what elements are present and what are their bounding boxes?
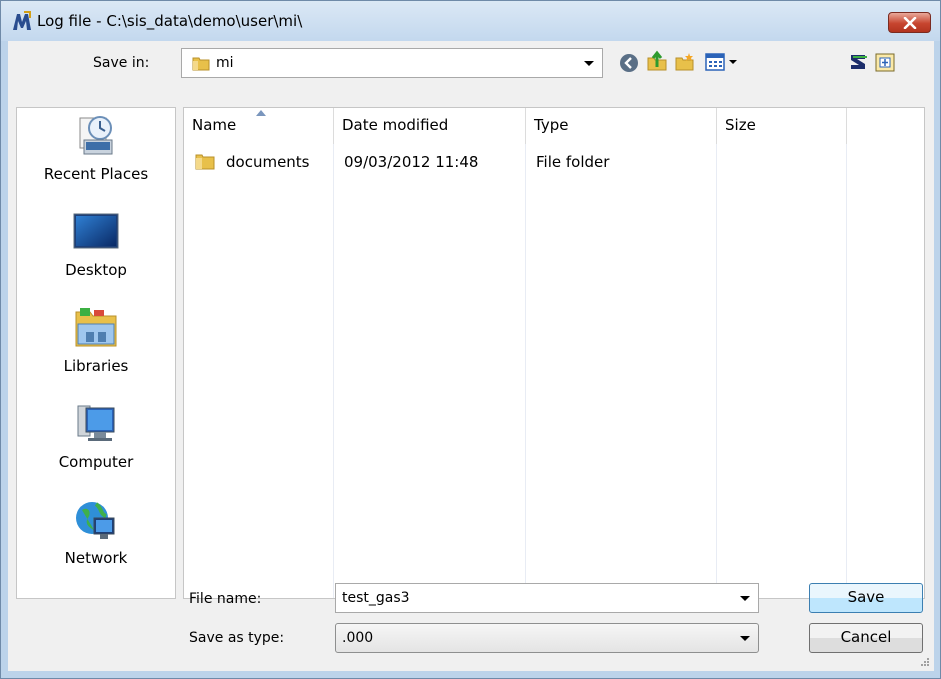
app-icon-1[interactable] bbox=[848, 51, 870, 73]
recent-places-icon bbox=[79, 116, 113, 155]
close-button[interactable] bbox=[888, 12, 931, 33]
file-name-label: File name: bbox=[189, 591, 262, 607]
view-menu-button[interactable] bbox=[705, 50, 741, 74]
place-desktop[interactable]: Desktop bbox=[17, 208, 175, 298]
folder-icon bbox=[192, 57, 210, 71]
app-logo-icon bbox=[13, 11, 31, 30]
place-label: Computer bbox=[58, 453, 134, 471]
computer-icon bbox=[77, 405, 115, 441]
column-header-name[interactable]: Name bbox=[184, 108, 334, 144]
chevron-down-icon bbox=[740, 636, 750, 641]
cell-type: File folder bbox=[536, 153, 610, 171]
place-label: Libraries bbox=[63, 357, 129, 375]
place-computer[interactable]: Computer bbox=[17, 400, 175, 490]
chevron-down-icon bbox=[729, 60, 737, 64]
cell-name: documents bbox=[226, 153, 310, 171]
place-label: Recent Places bbox=[43, 165, 149, 183]
network-icon bbox=[76, 502, 115, 539]
table-row[interactable]: documents 09/03/2012 11:48 File folder bbox=[184, 146, 924, 172]
column-header-filler bbox=[847, 108, 924, 144]
file-name-value[interactable]: test_gas3 bbox=[342, 590, 410, 606]
place-recent-places[interactable]: Recent Places bbox=[17, 112, 175, 202]
column-divider bbox=[846, 144, 847, 598]
save-as-type-value: .000 bbox=[342, 630, 374, 646]
column-header-label: Date modified bbox=[342, 116, 449, 134]
up-folder-icon[interactable] bbox=[646, 50, 668, 72]
file-name-input[interactable]: test_gas3 bbox=[335, 583, 759, 613]
column-divider bbox=[525, 144, 526, 598]
column-header-label: Name bbox=[192, 116, 237, 134]
save-in-label: Save in: bbox=[93, 55, 150, 71]
column-divider bbox=[716, 144, 717, 598]
cell-date: 09/03/2012 11:48 bbox=[344, 153, 479, 171]
libraries-icon bbox=[75, 308, 117, 347]
column-header-label: Size bbox=[725, 116, 756, 134]
column-divider bbox=[333, 144, 334, 598]
chevron-down-icon bbox=[584, 61, 594, 66]
place-label: Network bbox=[64, 549, 128, 567]
cancel-button[interactable]: Cancel bbox=[809, 623, 923, 653]
close-icon bbox=[903, 17, 917, 29]
file-list[interactable]: Name Date modified Type Size documents 0… bbox=[183, 107, 925, 599]
view-menu-icon bbox=[705, 53, 725, 71]
window-title: Log file - C:\sis_data\demo\user\mi\ bbox=[37, 12, 303, 30]
column-header-label: Type bbox=[534, 116, 569, 134]
dialog-body: Save in: mi Recent Places Desktop Librar… bbox=[8, 41, 934, 671]
resize-grip-icon[interactable] bbox=[918, 655, 930, 667]
sort-ascending-icon bbox=[256, 110, 266, 116]
column-header-size[interactable]: Size bbox=[717, 108, 847, 144]
title-bar[interactable]: Log file - C:\sis_data\demo\user\mi\ bbox=[1, 1, 940, 41]
place-label: Desktop bbox=[65, 261, 127, 279]
save-as-type-dropdown[interactable]: .000 bbox=[335, 623, 759, 653]
save-in-dropdown[interactable]: mi bbox=[181, 48, 603, 78]
save-button[interactable]: Save bbox=[809, 583, 923, 613]
place-libraries[interactable]: Libraries bbox=[17, 304, 175, 394]
column-header-date-modified[interactable]: Date modified bbox=[334, 108, 526, 144]
chevron-down-icon[interactable] bbox=[740, 596, 750, 601]
save-as-type-label: Save as type: bbox=[189, 630, 285, 646]
save-in-value: mi bbox=[216, 55, 234, 71]
places-bar: Recent Places Desktop Libraries Computer… bbox=[16, 107, 176, 599]
desktop-icon bbox=[73, 213, 119, 249]
back-icon[interactable] bbox=[618, 52, 640, 74]
new-folder-icon[interactable] bbox=[674, 51, 696, 73]
dialog-window: Log file - C:\sis_data\demo\user\mi\ Sav… bbox=[0, 0, 941, 679]
folder-icon bbox=[195, 154, 215, 170]
column-header-type[interactable]: Type bbox=[526, 108, 717, 144]
app-icon-2[interactable] bbox=[874, 51, 896, 73]
place-network[interactable]: Network bbox=[17, 496, 175, 586]
